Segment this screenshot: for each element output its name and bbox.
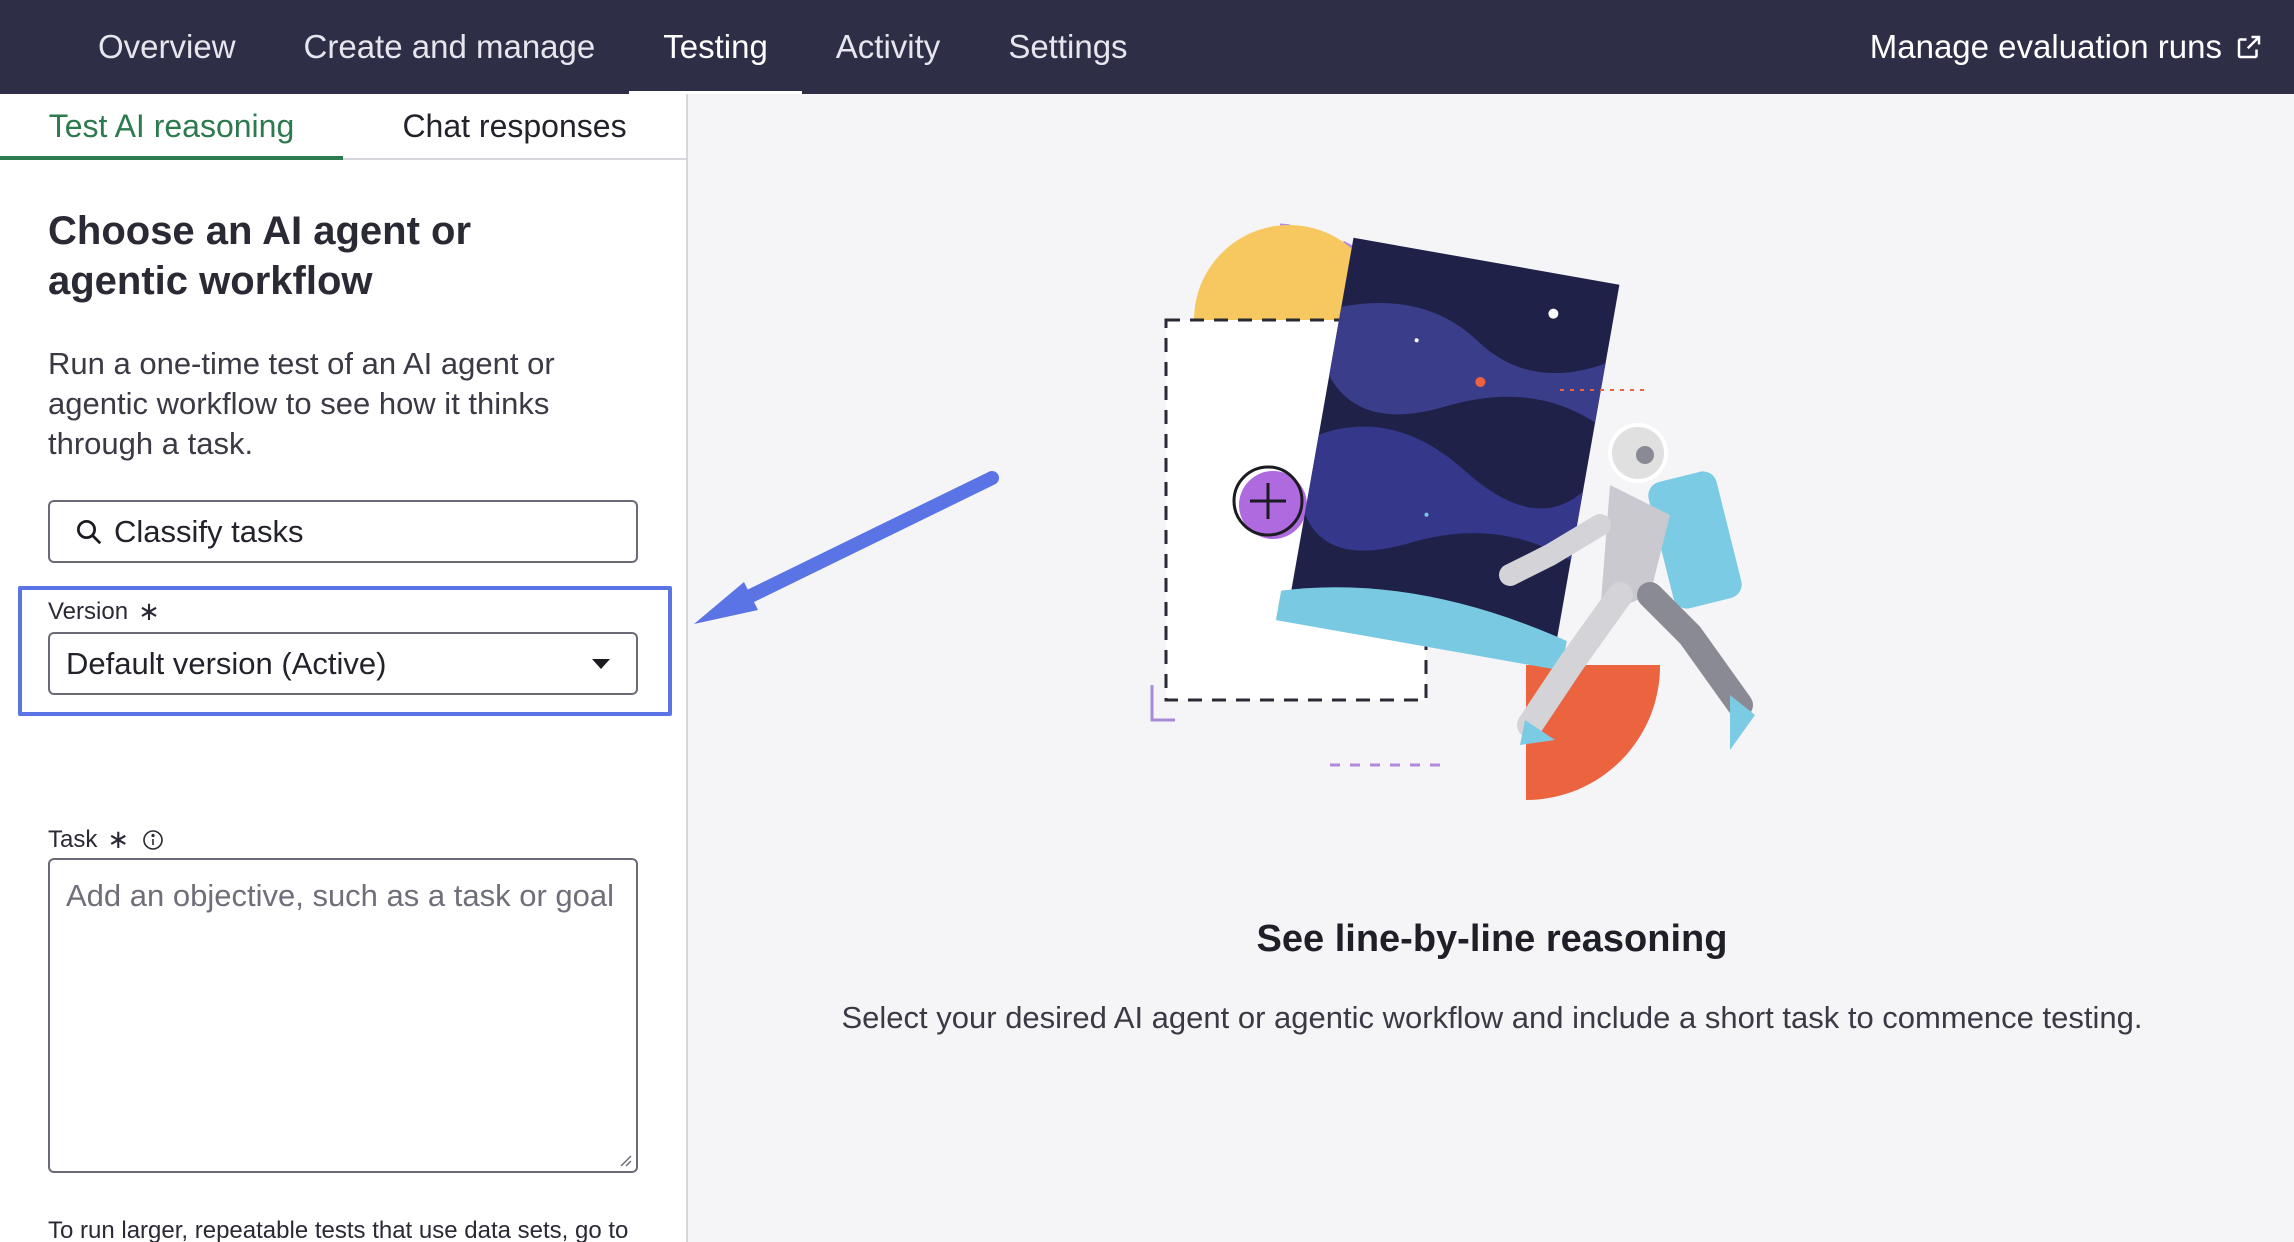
agent-search-input[interactable]: Classify tasks bbox=[48, 500, 638, 563]
info-icon[interactable] bbox=[141, 828, 165, 852]
required-mark: ∗ bbox=[138, 596, 160, 626]
subtab-chat-responses[interactable]: Chat responses bbox=[343, 94, 686, 158]
tab-create-and-manage[interactable]: Create and manage bbox=[270, 0, 630, 94]
task-label-text: Task bbox=[48, 825, 98, 853]
tab-activity[interactable]: Activity bbox=[802, 0, 975, 94]
panel-description: Run a one-time test of an AI agent or ag… bbox=[48, 346, 555, 461]
tab-testing[interactable]: Testing bbox=[629, 0, 802, 94]
tab-overview[interactable]: Overview bbox=[64, 0, 270, 94]
manage-evaluation-runs-label: Manage evaluation runs bbox=[1869, 28, 2222, 65]
version-select-value: Default version (Active) bbox=[66, 645, 387, 681]
subtab-test-ai-reasoning[interactable]: Test AI reasoning bbox=[0, 94, 343, 160]
annotation-arrow-icon bbox=[694, 471, 999, 624]
version-select[interactable]: Default version (Active) bbox=[48, 632, 638, 695]
search-icon bbox=[74, 517, 104, 547]
task-placeholder: Add an objective, such as a task or goal bbox=[66, 878, 614, 913]
astronaut-illustration bbox=[1150, 223, 1755, 800]
top-navigation: Overview Create and manage Testing Activ… bbox=[0, 0, 2294, 94]
tab-settings[interactable]: Settings bbox=[974, 0, 1161, 94]
version-label-text: Version bbox=[48, 597, 129, 625]
external-link-icon bbox=[2237, 35, 2261, 59]
empty-state-heading: See line-by-line reasoning bbox=[1256, 918, 1728, 960]
caret-down-icon bbox=[592, 659, 610, 669]
task-label: Task ∗ bbox=[48, 824, 165, 855]
manage-evaluation-runs-link[interactable]: Manage evaluation runs bbox=[1870, 0, 2294, 94]
subtabs: Test AI reasoning Chat responses bbox=[0, 94, 686, 160]
task-textarea[interactable]: Add an objective, such as a task or goal bbox=[48, 858, 638, 1173]
nav-tabs: Overview Create and manage Testing Activ… bbox=[0, 0, 1162, 94]
version-label: Version ∗ bbox=[48, 596, 160, 627]
resize-handle-icon[interactable] bbox=[616, 1151, 632, 1167]
evaluation-runs-footnote: To run larger, repeatable tests that use… bbox=[48, 1217, 629, 1242]
search-value: Classify tasks bbox=[114, 513, 304, 549]
empty-state-subtext: Select your desired AI agent or agentic … bbox=[841, 1000, 2143, 1035]
required-mark: ∗ bbox=[107, 824, 130, 854]
test-panel: Test AI reasoning Chat responses Choose … bbox=[0, 94, 688, 1242]
panel-title: Choose an AI agent or agentic workflow bbox=[48, 209, 472, 303]
